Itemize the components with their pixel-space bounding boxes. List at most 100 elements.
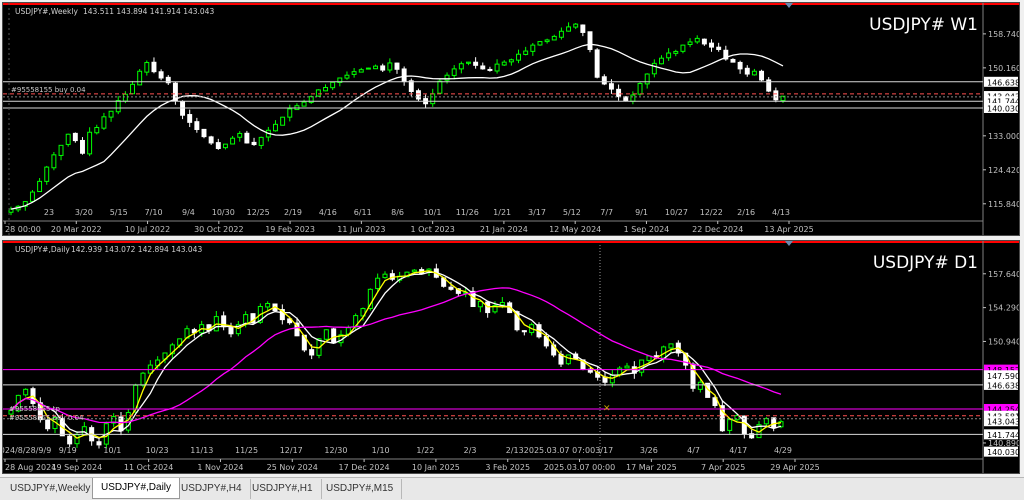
- tab-m15[interactable]: USDJPY#,M15: [318, 479, 403, 499]
- candle-body: [709, 42, 714, 48]
- candle-body: [44, 166, 50, 182]
- timeframe-title: USDJPY# W1: [869, 15, 978, 35]
- time-tick-label: 11 Jun 2023: [337, 225, 385, 234]
- time-tick-label: 30 Oct 2022: [194, 225, 243, 234]
- chart-tab-bar: USDJPY#,Weekly USDJPY#,Daily USDJPY#,H4 …: [0, 477, 1024, 500]
- candle-body: [23, 388, 29, 396]
- candle-body: [251, 141, 257, 146]
- daily-chart-pane[interactable]: 157.640154.290150.940148.152147.590146.6…: [2, 240, 1020, 474]
- candle-body: [273, 123, 278, 132]
- candle-body: [530, 44, 536, 52]
- time-tick-label-top: 11/26: [456, 208, 479, 217]
- candle-body: [94, 127, 100, 134]
- time-tick-label-top: 4/13: [772, 208, 790, 217]
- symbol-label: USDJPY#,Daily: [15, 245, 70, 254]
- time-tick-label: 28 Aug 2024: [5, 463, 56, 472]
- crosshair-marker-icon: ✕: [603, 404, 611, 414]
- time-tick-label: 3 Feb 2025: [485, 463, 530, 472]
- candle-body: [151, 61, 157, 73]
- candle-body: [280, 116, 286, 126]
- price-tick-label: 154.290: [988, 304, 1019, 313]
- candle-body: [287, 108, 293, 118]
- time-tick-label: 25 Nov 2024: [267, 463, 318, 472]
- candle-body: [623, 96, 629, 102]
- candle-body: [387, 62, 393, 71]
- candle-body: [458, 63, 464, 70]
- candle-body: [244, 132, 250, 144]
- candle-body: [187, 114, 193, 123]
- price-tick-label: 150.940: [988, 337, 1019, 346]
- candle-body: [309, 349, 315, 356]
- weekly-chart-pane[interactable]: 158.740150.160146.638143.043141.744140.0…: [2, 2, 1020, 236]
- tab-weekly[interactable]: USDJPY#,Weekly: [2, 479, 100, 499]
- price-tick-label: 133.000: [988, 132, 1019, 141]
- candle-body: [380, 65, 386, 71]
- price-tag-label: 140.030: [987, 448, 1019, 457]
- candle-body: [96, 441, 102, 446]
- candle-body: [122, 93, 128, 102]
- candle-body: [101, 116, 107, 129]
- candle-body: [265, 302, 271, 308]
- candle-body: [87, 131, 93, 155]
- time-tick-label-top: 11/25: [235, 446, 258, 455]
- candle-body: [737, 61, 743, 70]
- time-tick-label-top: 3/26: [640, 446, 658, 455]
- candle-body: [315, 89, 321, 97]
- order-tp-label: #95558155 tp: [9, 405, 60, 413]
- candle-body: [351, 71, 357, 75]
- time-tick-label-top: 1/21: [493, 208, 511, 217]
- candle-body: [201, 128, 207, 138]
- candle-body: [666, 52, 672, 59]
- time-tick-label: 11 Oct 2024: [124, 463, 173, 472]
- candle-body: [375, 277, 381, 290]
- candle-body: [130, 83, 135, 95]
- price-tick-label: 150.160: [988, 64, 1019, 73]
- candle-body: [516, 53, 521, 61]
- candle-body: [609, 374, 615, 384]
- time-tick-label-top: 9/19: [59, 446, 77, 455]
- candle-body: [558, 30, 564, 38]
- candle-body: [29, 191, 35, 202]
- candle-body: [373, 65, 379, 70]
- time-tick-label-top: 10/1: [103, 446, 121, 455]
- candle-body: [694, 37, 700, 43]
- candle-body: [258, 136, 264, 146]
- candle-body: [215, 142, 221, 149]
- candle-body: [80, 139, 85, 154]
- candle-body: [771, 417, 777, 429]
- candle-body: [480, 65, 486, 70]
- candle-body: [323, 87, 328, 92]
- time-tick-label-top: 3/20: [75, 208, 93, 217]
- daily-chart-svg[interactable]: 157.640154.290150.940148.152147.590146.6…: [3, 241, 1019, 473]
- time-tick-label-top: 2024/8/28/9/9: [3, 446, 51, 455]
- tab-daily[interactable]: USDJPY#,Daily: [92, 478, 181, 499]
- candle-body: [8, 208, 14, 213]
- time-tick-label: 10 Jan 2025: [412, 463, 460, 472]
- candle-body: [673, 50, 679, 54]
- candle-body: [65, 133, 71, 145]
- time-tick-label: 17 Dec 2024: [339, 463, 390, 472]
- symbol-label: USDJPY#,Weekly: [15, 7, 78, 16]
- candle-body: [344, 74, 350, 79]
- time-tick-label-top: 10/27: [665, 208, 688, 217]
- ohlc-label: 143.511 143.894 141.914 143.043: [83, 7, 214, 16]
- candle-body: [594, 49, 600, 78]
- candle-body: [444, 74, 450, 81]
- time-tick-label-top: 2/19: [284, 208, 302, 217]
- candle-body: [494, 63, 500, 72]
- tab-h1[interactable]: USDJPY#,H1: [244, 479, 322, 499]
- candle-body: [580, 24, 586, 33]
- candle-body: [763, 418, 769, 425]
- weekly-chart-svg[interactable]: 158.740150.160146.638143.043141.744140.0…: [3, 3, 1019, 235]
- candle-body: [401, 68, 407, 82]
- time-tick-label-top: 2/13: [506, 446, 524, 455]
- candle-body: [499, 301, 505, 306]
- time-tick-label: 13 Apr 2025: [764, 225, 813, 234]
- tab-h4[interactable]: USDJPY#,H4: [173, 479, 251, 499]
- time-tick-label: 2025.03.07 00:00: [544, 463, 615, 472]
- candle-body: [208, 136, 214, 144]
- time-tick-label-top: 5/15: [110, 208, 128, 217]
- candle-body: [587, 31, 593, 50]
- time-tick-label: 20 Mar 2022: [51, 225, 102, 234]
- candle-body: [323, 329, 329, 340]
